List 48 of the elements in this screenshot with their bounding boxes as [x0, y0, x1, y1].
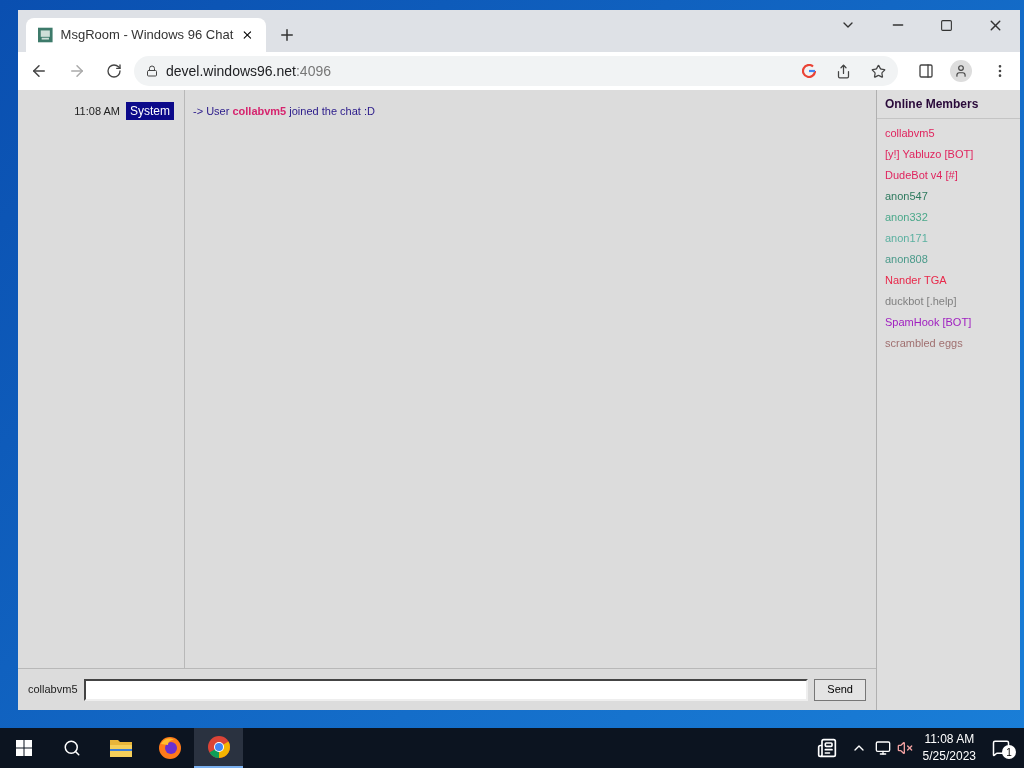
url-port: :4096: [296, 61, 332, 81]
member-name[interactable]: anon332: [885, 207, 1020, 228]
member-name[interactable]: SpamHook [BOT]: [885, 312, 1020, 333]
member-name[interactable]: anon171: [885, 228, 1020, 249]
side-panel-icon[interactable]: [918, 63, 934, 79]
message-time: 11:08 AM: [74, 103, 120, 119]
member-name[interactable]: anon808: [885, 249, 1020, 270]
firefox-icon: [157, 736, 182, 760]
bookmark-star-icon[interactable]: [871, 63, 886, 79]
volume-muted-icon[interactable]: [896, 740, 913, 756]
new-tab-icon[interactable]: [278, 26, 296, 44]
close-tab-icon[interactable]: [241, 28, 254, 42]
clock-date: 5/25/2023: [922, 748, 976, 765]
member-name[interactable]: scrambled eggs: [885, 333, 1020, 354]
taskbar-app[interactable]: [194, 728, 243, 768]
url-host: devel.windows96.net: [166, 61, 296, 81]
clock-time: 11:08 AM: [924, 731, 975, 748]
chat-app-icon: [38, 27, 53, 43]
nickname-label: collabvm5: [28, 682, 78, 698]
notification-badge: 1: [1002, 745, 1016, 759]
search-icon[interactable]: [63, 739, 81, 757]
member-name[interactable]: duckbot [.help]: [885, 291, 1020, 312]
news-icon[interactable]: [816, 738, 837, 758]
members-title: Online Members: [885, 96, 979, 113]
member-name[interactable]: DudeBot v4 [#]: [885, 165, 1020, 186]
browser-tab[interactable]: MsgRoom - Windows 96 Chat: [26, 18, 266, 52]
windows-logo-icon: [16, 740, 32, 756]
reload-icon[interactable]: [106, 63, 122, 79]
network-icon[interactable]: [874, 740, 891, 756]
member-name[interactable]: anon547: [885, 186, 1020, 207]
folder-icon: [108, 738, 133, 758]
clock[interactable]: 11:08 AM 5/25/2023: [922, 731, 976, 765]
share-icon[interactable]: [836, 63, 851, 79]
message-input[interactable]: [83, 678, 809, 701]
back-icon[interactable]: [30, 62, 48, 80]
sender-label: System: [126, 102, 174, 120]
google-icon[interactable]: [802, 64, 816, 78]
member-name[interactable]: Nander TGA: [885, 270, 1020, 291]
tab-title: MsgRoom - Windows 96 Chat: [60, 26, 234, 45]
profile-avatar[interactable]: [950, 60, 972, 82]
message-text: -> User collabvm5 joined the chat :D: [193, 104, 376, 119]
address-bar[interactable]: devel.windows96.net:4096: [134, 56, 898, 86]
member-name[interactable]: [y!] Yabluzo [BOT]: [885, 144, 1020, 165]
chrome-icon: [206, 735, 231, 759]
maximize-icon[interactable]: [940, 18, 953, 32]
lock-icon: [146, 65, 158, 77]
send-button[interactable]: Send: [814, 678, 866, 701]
member-name[interactable]: collabvm5: [885, 123, 1020, 144]
